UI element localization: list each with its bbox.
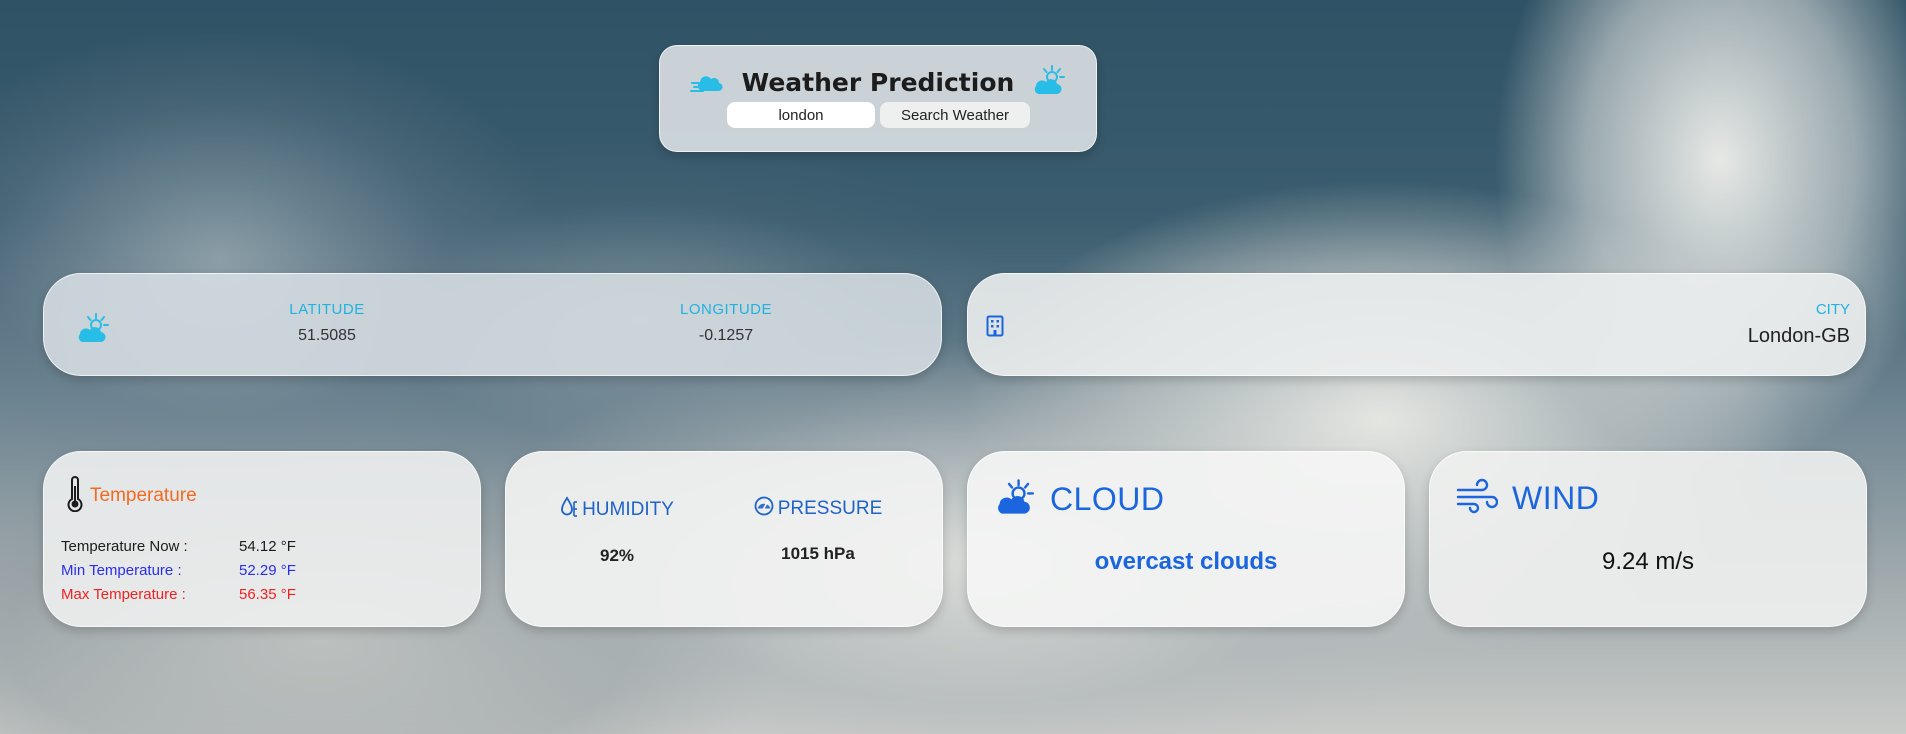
longitude-value: -0.1257 (698, 327, 754, 344)
temperature-now-value: 54.12 °F (239, 537, 296, 555)
droplet-icon (560, 496, 578, 524)
wind-header: WIND (1456, 478, 1599, 518)
search-weather-button[interactable]: Search Weather (880, 102, 1030, 128)
sun-cloud-icon (76, 312, 110, 348)
building-icon (986, 315, 1004, 341)
temperature-max-label: Max Temperature : (61, 585, 186, 603)
temperature-list: Temperature Now : 54.12 °F Min Temperatu… (61, 534, 296, 606)
temperature-max-value: 56.35 °F (239, 585, 296, 603)
cloud-description: overcast clouds (1094, 548, 1278, 575)
temperature-now-row: Temperature Now : 54.12 °F (61, 534, 296, 558)
cloud-header: CLOUD (994, 478, 1165, 520)
wind-speed-value: 9.24 m/s (1601, 548, 1695, 575)
city-value: London-GB (1747, 325, 1850, 347)
pressure-value: 1015 hPa (781, 544, 855, 563)
sun-cloud-icon (1032, 64, 1066, 100)
wind-cloud-icon (689, 68, 724, 96)
humidity-value: 92% (599, 546, 635, 565)
cloud-card: CLOUD overcast clouds (967, 451, 1405, 627)
pressure-label: PRESSURE (777, 498, 883, 519)
header-panel: Weather Prediction Search Weather (659, 45, 1097, 152)
humidity-label: HUMIDITY (582, 499, 674, 520)
temperature-header: Temperature (66, 476, 197, 516)
humidity-block: HUMIDITY 92% (527, 496, 707, 566)
longitude-block: LONGITUDE -0.1257 (626, 301, 826, 345)
temperature-title: Temperature (90, 485, 197, 506)
thermometer-icon (66, 476, 84, 516)
humidity-pressure-card: HUMIDITY 92% PRESSURE 1015 hPa (505, 451, 943, 627)
temperature-card: Temperature Temperature Now : 54.12 °F M… (43, 451, 481, 627)
wind-icon (1456, 478, 1499, 518)
temperature-min-label: Min Temperature : (61, 561, 182, 579)
header-title-row: Weather Prediction (660, 64, 1096, 100)
temperature-min-value: 52.29 °F (239, 561, 296, 579)
latitude-value: 51.5085 (298, 327, 356, 344)
cloud-label: CLOUD (1050, 480, 1165, 517)
search-input[interactable] (727, 102, 875, 128)
temperature-max-row: Max Temperature : 56.35 °F (61, 582, 296, 606)
wind-card: WIND 9.24 m/s (1429, 451, 1867, 627)
city-block: CITY London-GB (1748, 301, 1850, 348)
latitude-label: LATITUDE (289, 301, 365, 318)
temperature-now-label: Temperature Now : (61, 537, 188, 555)
page-title: Weather Prediction (741, 67, 1015, 97)
coordinates-card: LATITUDE 51.5085 LONGITUDE -0.1257 (43, 273, 942, 376)
sun-cloud-icon (994, 478, 1036, 520)
temperature-min-row: Min Temperature : 52.29 °F (61, 558, 296, 582)
wind-label: WIND (1512, 479, 1600, 516)
search-bar: Search Weather (727, 102, 1030, 128)
latitude-block: LATITUDE 51.5085 (227, 301, 427, 345)
gauge-icon (754, 496, 774, 522)
longitude-label: LONGITUDE (679, 301, 772, 318)
city-label: CITY (1815, 301, 1850, 318)
pressure-block: PRESSURE 1015 hPa (728, 496, 908, 564)
city-card: CITY London-GB (967, 273, 1866, 376)
